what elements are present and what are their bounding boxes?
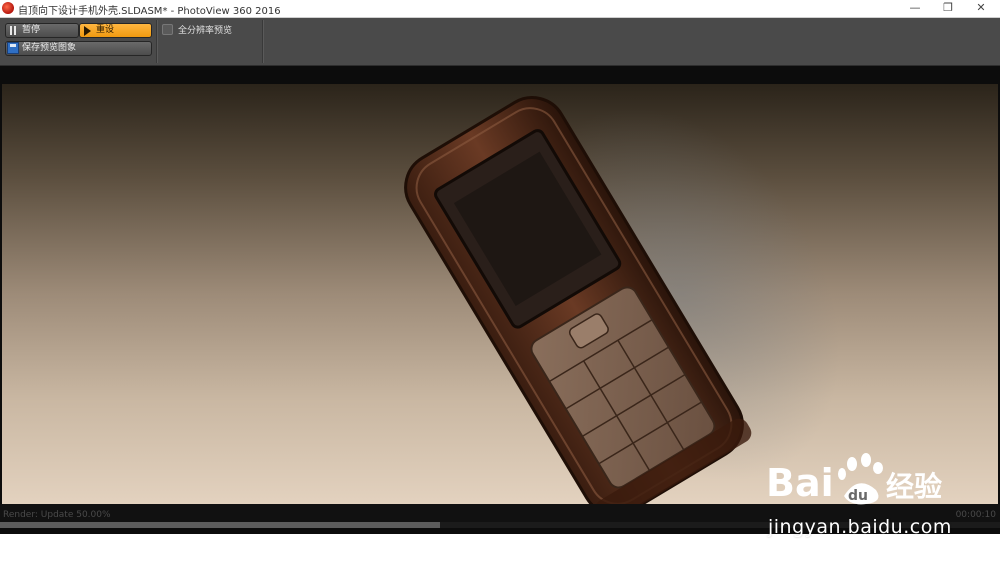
watermark-url: jingyan.baidu.com <box>768 516 952 538</box>
title-bar: 自顶向下设计手机外壳.SLDASM* - PhotoView 360 2016 … <box>0 0 1000 18</box>
pause-label: 暂停 <box>22 25 41 35</box>
watermark-jingyan: 经验 <box>886 470 942 503</box>
render-status-text: Render: Update 50.00% <box>3 510 111 520</box>
app-icon <box>2 2 14 14</box>
restore-button[interactable]: ❐ <box>933 0 963 17</box>
play-icon <box>84 26 91 36</box>
window-bottom <box>0 534 1000 562</box>
toolbar-divider <box>156 20 158 63</box>
full-resolution-checkbox[interactable] <box>162 24 173 35</box>
save-preview-button[interactable]: 保存预览图象 <box>5 41 152 56</box>
watermark-bai: Bai <box>766 461 834 505</box>
watermark-du: du <box>848 488 868 504</box>
pause-button[interactable]: 暂停 <box>5 23 79 38</box>
baidu-paw-logo-icon: Bai du 经验 <box>766 453 942 505</box>
full-resolution-label: 全分辨率预览 <box>178 26 233 36</box>
reset-label: 重设 <box>96 25 115 35</box>
pause-icon <box>9 26 17 35</box>
window-title: 自顶向下设计手机外壳.SLDASM* - PhotoView 360 2016 <box>18 6 281 17</box>
floppy-disk-icon <box>7 42 19 54</box>
minimize-button[interactable]: — <box>900 0 930 17</box>
elapsed-time: 00:00:10 <box>955 510 996 520</box>
render-toolbar: 暂停 重设 保存预览图象 全分辨率预览 <box>0 18 1000 66</box>
render-viewport[interactable] <box>2 84 998 504</box>
close-button[interactable]: ✕ <box>966 0 996 17</box>
reset-button[interactable]: 重设 <box>79 23 152 38</box>
render-progress-fill <box>0 522 440 528</box>
phone-render <box>404 96 840 504</box>
toolbar-divider <box>262 20 264 63</box>
save-preview-label: 保存预览图象 <box>22 43 77 53</box>
